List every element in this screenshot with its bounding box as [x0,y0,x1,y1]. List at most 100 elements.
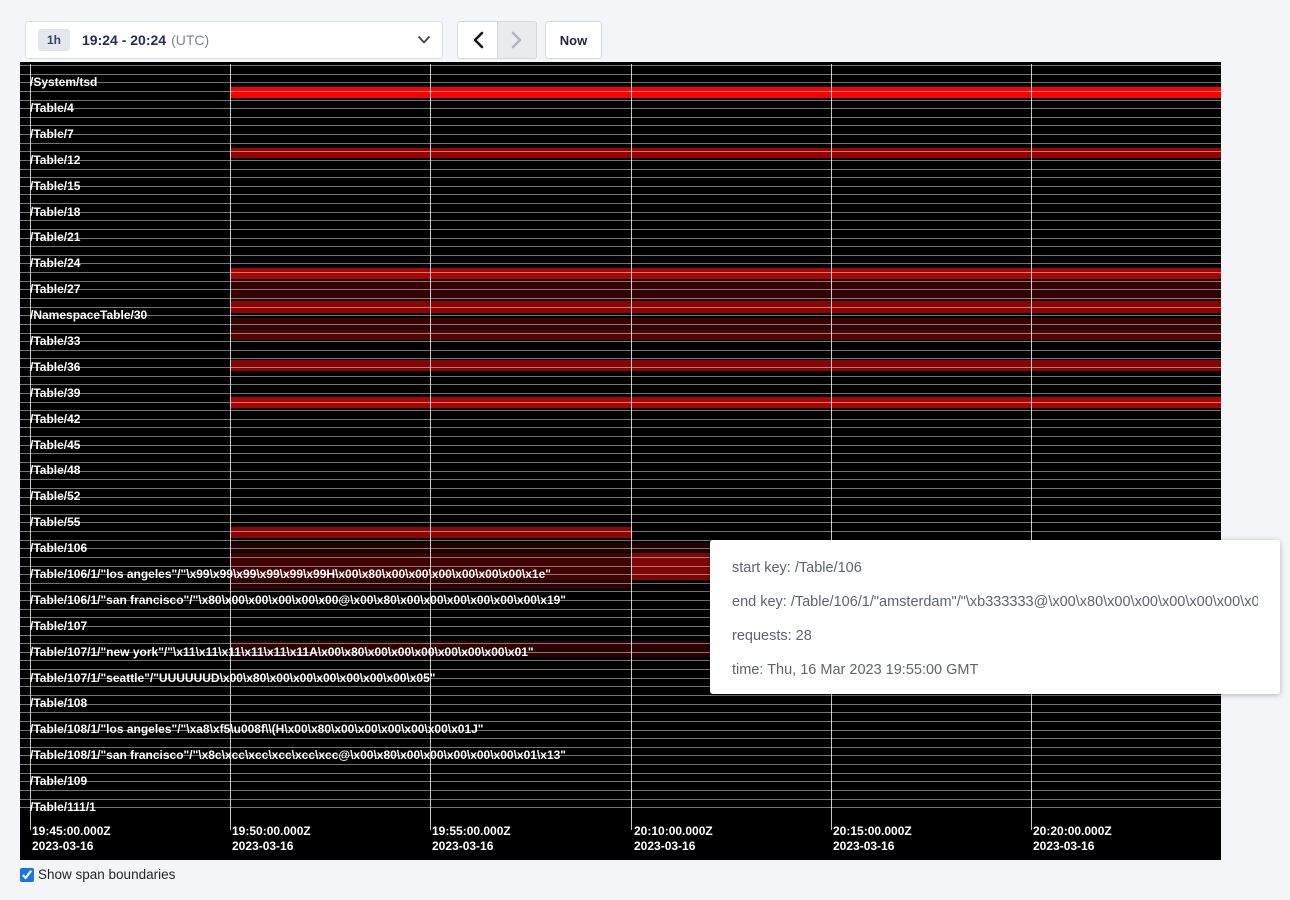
span-boundary-line [20,194,1221,195]
heatmap-band [230,268,1221,279]
span-boundary-line [20,298,1221,299]
span-boundary-line [20,203,1221,204]
row-key-label: /Table/12 [30,154,80,166]
chevron-left-icon [472,31,484,49]
span-boundary-line [20,272,1221,273]
span-boundary-line [20,350,1221,351]
span-boundary-line [20,255,1221,256]
x-axis-date-label: 2023-03-16 [1033,839,1094,853]
time-gridline [631,64,632,830]
span-boundary-line [20,65,1221,66]
row-key-label: /Table/36 [30,361,80,373]
row-key-label: /Table/21 [30,231,80,243]
span-boundary-line [20,402,1221,403]
row-key-label: /Table/27 [30,283,80,295]
span-boundary-line [20,773,1221,774]
row-key-label: /Table/4 [30,102,74,114]
x-axis-date-label: 2023-03-16 [833,839,894,853]
x-axis-date-label: 2023-03-16 [432,839,493,853]
row-key-label: /Table/42 [30,413,80,425]
time-gridline [230,64,231,830]
row-key-label: /Table/107/1/"seattle"/"UUUUUUD\x00\x80\… [30,672,435,684]
span-boundary-line [20,143,1221,144]
x-axis-time-label: 20:20:00.000Z [1033,824,1112,838]
row-key-label: /Table/55 [30,516,80,528]
row-key-label: /Table/7 [30,128,74,140]
back-arrow-button[interactable] [458,22,497,58]
time-range-value: 19:24 - 20:24 [82,32,166,48]
span-boundary-line [20,522,1221,523]
span-boundary-line [20,807,1221,808]
x-axis-time-label: 19:50:00.000Z [232,824,311,838]
heatmap-band [230,148,1221,158]
span-boundary-line [20,712,1221,713]
span-boundary-line [20,324,1221,325]
span-boundary-line [20,281,1221,282]
span-boundary-line [20,514,1221,515]
key-visualizer-heatmap-canvas[interactable]: /System/tsd/Table/4/Table/7/Table/12/Tab… [20,62,1221,860]
show-span-boundaries-label: Show span boundaries [38,867,175,882]
x-axis-time-label: 19:55:00.000Z [432,824,511,838]
x-axis-date-label: 2023-03-16 [32,839,93,853]
row-key-label: /Table/106/1/"los angeles"/"\x99\x99\x99… [30,568,551,580]
span-boundary-line [20,177,1221,178]
now-button[interactable]: Now [545,21,602,59]
span-boundary-line [20,367,1221,368]
span-boundary-line [20,445,1221,446]
row-key-label: /Table/33 [30,335,80,347]
heatmap-band [230,527,632,538]
span-boundary-line [20,212,1221,213]
time-gridline [1031,64,1032,830]
span-boundary-line [20,393,1221,394]
span-tooltip: start key: /Table/106end key: /Table/106… [710,540,1280,694]
span-boundary-line [20,376,1221,377]
span-boundary-line [20,108,1221,109]
x-axis-date-label: 2023-03-16 [232,839,293,853]
tooltip-line: requests: 28 [732,619,1258,653]
span-boundary-line [20,799,1221,800]
forward-arrow-button[interactable] [497,22,536,58]
span-boundary-line [20,427,1221,428]
span-boundary-line [20,289,1221,290]
tooltip-line: time: Thu, 16 Mar 2023 19:55:00 GMT [732,653,1258,687]
span-boundary-line [20,117,1221,118]
row-key-label: /Table/106/1/"san francisco"/"\x80\x00\x… [30,594,566,606]
span-boundary-line [20,307,1221,308]
row-key-label: /Table/39 [30,387,80,399]
span-boundary-line [20,764,1221,765]
row-key-label: /Table/108/1/"san francisco"/"\x8c\xcc\x… [30,749,566,761]
span-boundary-line [20,505,1221,506]
span-boundary-line [20,341,1221,342]
time-gridline [430,64,431,830]
heatmap-band [230,360,1221,371]
span-boundary-line [20,738,1221,739]
row-key-label: /Table/15 [30,180,80,192]
span-boundary-line [20,333,1221,334]
span-boundary-line [20,74,1221,75]
span-boundary-line [20,781,1221,782]
row-key-label: /Table/108/1/"los angeles"/"\xa8\xf5\u00… [30,723,484,735]
span-boundary-line [20,488,1221,489]
span-boundary-line [20,100,1221,101]
span-boundary-line [20,186,1221,187]
chevron-right-icon [511,31,523,49]
span-boundary-line [20,462,1221,463]
x-axis-time-label: 20:15:00.000Z [833,824,912,838]
span-boundary-line [20,263,1221,264]
footer-controls: Show span boundaries [20,867,175,882]
heatmap-band [230,580,632,589]
show-span-boundaries-checkbox[interactable] [20,868,34,882]
span-boundary-line [20,315,1221,316]
span-boundary-line [20,497,1221,498]
heatmap-band [230,330,1221,340]
x-axis-time-label: 19:45:00.000Z [32,824,111,838]
time-range-dropdown[interactable]: 1h 19:24 - 20:24 (UTC) [25,21,443,59]
span-boundary-line [20,82,1221,83]
span-boundary-line [20,125,1221,126]
span-boundary-line [20,479,1221,480]
toolbar: 1h 19:24 - 20:24 (UTC) Now [0,0,1290,62]
span-boundary-line [20,410,1221,411]
span-boundary-line [20,160,1221,161]
row-key-label: /Table/24 [30,257,80,269]
span-boundary-line [20,790,1221,791]
